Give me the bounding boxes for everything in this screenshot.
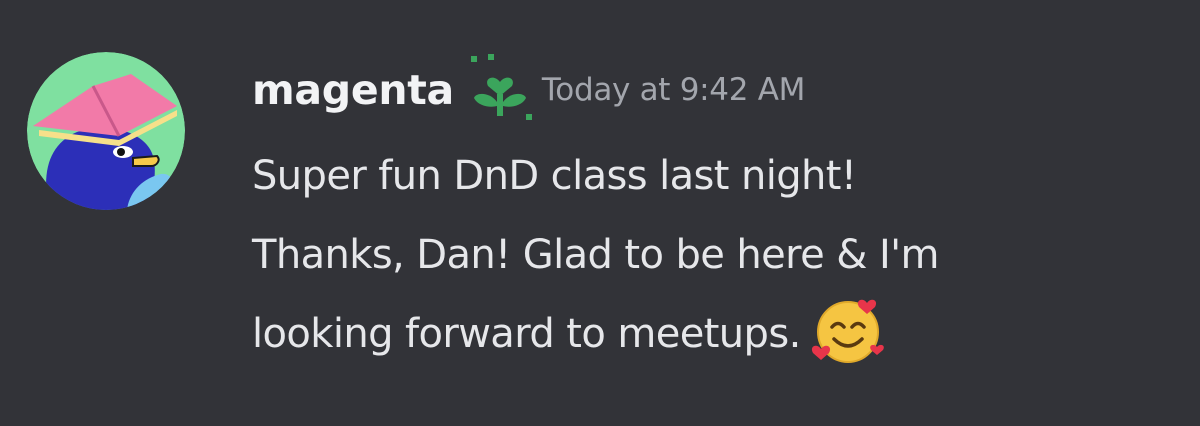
message-content: Super fun DnD class last night! Thanks, … [252,137,1182,377]
green-sprout-icon[interactable] [460,54,540,138]
timestamp: Today at 9:42 AM [541,72,806,108]
message-line-3-text: looking forward to meetups. [252,311,801,357]
message-line-1: Super fun DnD class last night! [252,153,857,199]
penguin-with-book-avatar-icon [27,52,185,210]
avatar[interactable] [27,52,185,210]
smiling-face-with-hearts-icon[interactable] [807,289,889,371]
chat-message: magenta Today at 9:42 AM Super fun DnD c… [0,0,1200,426]
message-header: magenta Today at 9:42 AM [252,54,806,120]
message-line-2: Thanks, Dan! Glad to be here & I'm [252,232,940,278]
message-line-3: looking forward to meetups. [252,295,1182,377]
username[interactable]: magenta [252,66,454,114]
